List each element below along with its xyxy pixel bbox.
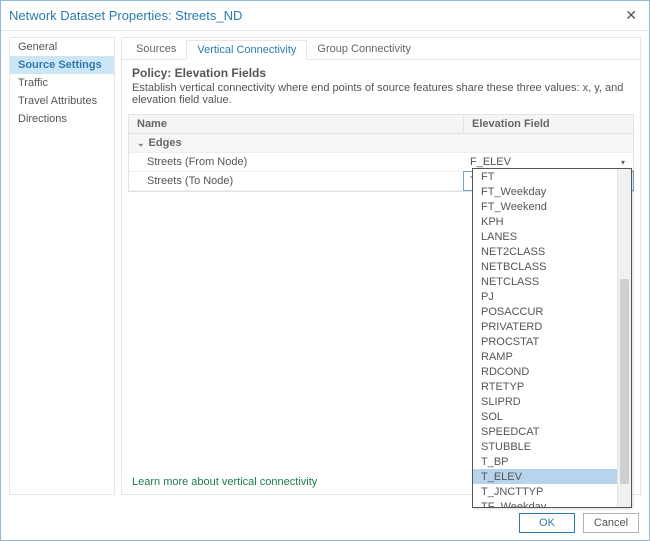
section-edges[interactable]: ⌄ Edges <box>129 134 633 153</box>
tab-sources[interactable]: Sources <box>126 40 186 59</box>
dropdown-option[interactable]: PROCSTAT <box>473 334 617 349</box>
ok-button[interactable]: OK <box>519 513 575 533</box>
policy-subtitle: Establish vertical connectivity where en… <box>122 80 640 112</box>
window-title: Network Dataset Properties: Streets_ND <box>9 8 242 23</box>
category-list: General Source Settings Traffic Travel A… <box>9 37 115 495</box>
dropdown-option[interactable]: NETBCLASS <box>473 259 617 274</box>
dropdown-option[interactable]: PJ <box>473 289 617 304</box>
dropdown-option[interactable]: SLIPRD <box>473 394 617 409</box>
chevron-down-icon: ⌄ <box>137 138 145 149</box>
col-header-field: Elevation Field <box>464 115 633 133</box>
dropdown-option[interactable]: SPEEDCAT <box>473 424 617 439</box>
dropdown-list: FTFT_WeekdayFT_WeekendKPHLANESNET2CLASSN… <box>473 169 617 507</box>
nav-traffic[interactable]: Traffic <box>10 74 114 92</box>
title-bar: Network Dataset Properties: Streets_ND ✕ <box>1 1 649 31</box>
dropdown-option[interactable]: RTETYP <box>473 379 617 394</box>
dropdown-option[interactable]: SOL <box>473 409 617 424</box>
policy-title: Policy: Elevation Fields <box>122 60 640 80</box>
dropdown-option[interactable]: RAMP <box>473 349 617 364</box>
dropdown-option[interactable]: RDCOND <box>473 364 617 379</box>
cancel-button[interactable]: Cancel <box>583 513 639 533</box>
elevation-field-dropdown[interactable]: FTFT_WeekdayFT_WeekendKPHLANESNET2CLASSN… <box>472 168 632 508</box>
dropdown-option[interactable]: T_ELEV <box>473 469 617 484</box>
dropdown-option[interactable]: LANES <box>473 229 617 244</box>
dropdown-option[interactable]: NETCLASS <box>473 274 617 289</box>
dropdown-option[interactable]: T_BP <box>473 454 617 469</box>
tab-strip: Sources Vertical Connectivity Group Conn… <box>122 40 640 60</box>
dropdown-option[interactable]: NET2CLASS <box>473 244 617 259</box>
row-from-node-name: Streets (From Node) <box>129 153 464 171</box>
tab-group-connectivity[interactable]: Group Connectivity <box>307 40 421 59</box>
field-value: F_ELEV <box>470 156 511 168</box>
table-header: Name Elevation Field <box>129 115 633 134</box>
dialog-footer: OK Cancel <box>1 506 649 540</box>
row-to-node-name: Streets (To Node) <box>129 172 464 190</box>
dropdown-option[interactable]: PRIVATERD <box>473 319 617 334</box>
nav-directions[interactable]: Directions <box>10 110 114 128</box>
nav-source-settings[interactable]: Source Settings <box>10 56 114 74</box>
content-panel: Sources Vertical Connectivity Group Conn… <box>121 37 641 495</box>
nav-general[interactable]: General <box>10 38 114 56</box>
dropdown-option[interactable]: T_JNCTTYP <box>473 484 617 499</box>
tab-vertical-connectivity[interactable]: Vertical Connectivity <box>186 40 307 60</box>
dropdown-caret-icon[interactable]: ▾ <box>619 158 627 167</box>
section-label: Edges <box>149 137 182 149</box>
dropdown-option[interactable]: STUBBLE <box>473 439 617 454</box>
dropdown-option[interactable]: FT_Weekday <box>473 184 617 199</box>
col-header-name: Name <box>129 115 464 133</box>
scrollbar[interactable] <box>617 169 631 507</box>
dropdown-option[interactable]: POSACCUR <box>473 304 617 319</box>
nav-travel-attributes[interactable]: Travel Attributes <box>10 92 114 110</box>
scroll-thumb[interactable] <box>620 279 629 484</box>
close-icon[interactable]: ✕ <box>621 3 641 28</box>
dropdown-option[interactable]: FT <box>473 169 617 184</box>
dropdown-option[interactable]: KPH <box>473 214 617 229</box>
dropdown-option[interactable]: FT_Weekend <box>473 199 617 214</box>
